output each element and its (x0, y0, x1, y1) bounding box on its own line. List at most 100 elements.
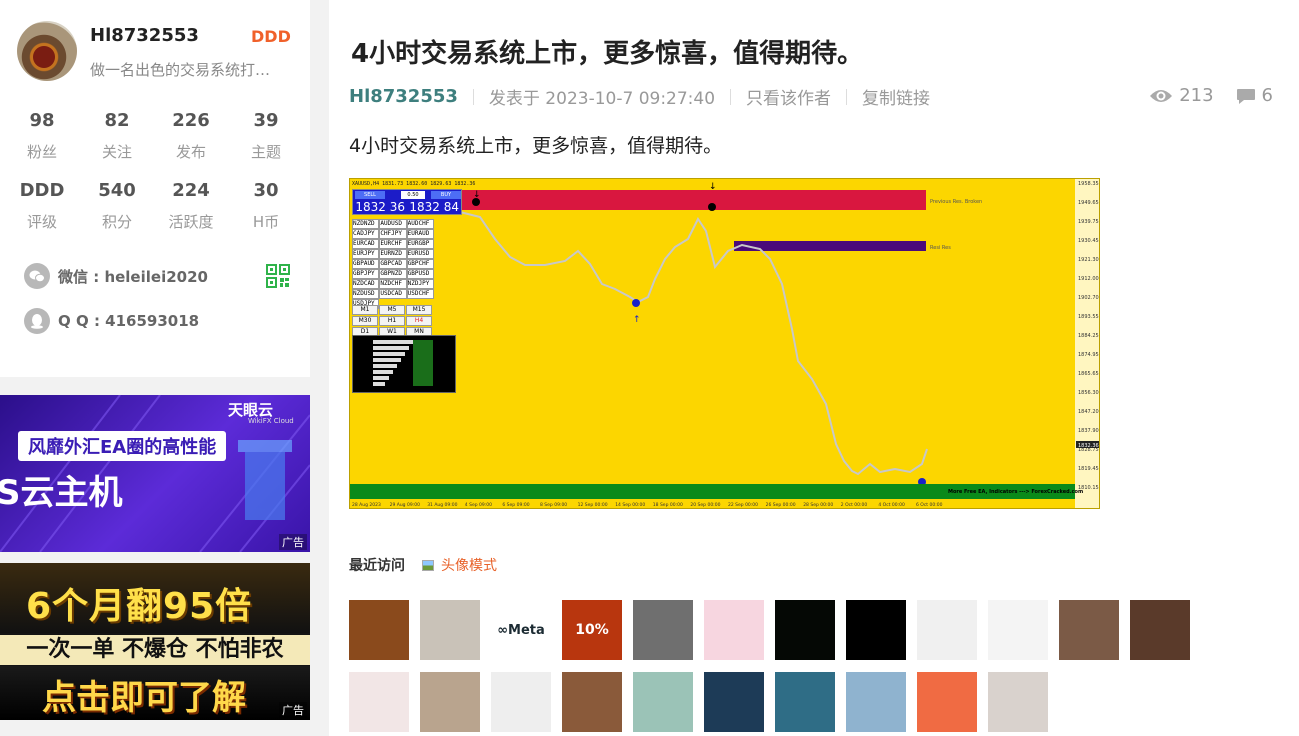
only-author-link[interactable]: 只看该作者 (746, 84, 831, 109)
visitor-avatar[interactable] (1130, 600, 1190, 660)
timeframe-button[interactable]: H1 (379, 316, 405, 326)
down-arrow-icon: ↓ (473, 190, 481, 200)
stat-points: 540 积分 (85, 180, 149, 232)
visitor-avatar[interactable] (917, 600, 977, 660)
currency-pair-cell[interactable]: NZDNZD (352, 219, 380, 229)
red-zone-label: Previous Res. Broken (930, 199, 982, 205)
currency-pair-cell[interactable]: GBPUSD (406, 269, 434, 279)
currency-pair-cell[interactable]: EURNZD (379, 249, 407, 259)
stat-following[interactable]: 82 关注 (85, 110, 149, 162)
buy-button[interactable]: BUY (431, 191, 461, 199)
visitor-avatar[interactable] (846, 672, 906, 732)
ad-headline: 风靡外汇EA圈的高性能 (18, 431, 227, 461)
visitor-avatar[interactable]: ∞Meta (491, 600, 551, 660)
currency-pair-cell[interactable]: CADJPY (352, 229, 380, 239)
visitor-avatar[interactable] (420, 672, 480, 732)
signal-dot (708, 203, 716, 211)
currency-pair-cell[interactable]: EURUSD (406, 249, 434, 259)
visitor-avatar[interactable] (1059, 600, 1119, 660)
currency-pair-cell[interactable]: CHFJPY (379, 229, 407, 239)
visitor-avatar[interactable] (491, 672, 551, 732)
visitor-avatar[interactable] (562, 672, 622, 732)
currency-pair-cell[interactable]: EURAUD (406, 229, 434, 239)
price-tick-label: 1847.20 (1078, 409, 1099, 415)
visitor-avatar[interactable] (988, 672, 1048, 732)
ad-banner-trading[interactable]: 6个月翻95倍 一次一单 不爆仓 不怕非农 点击即可了解 广告 (0, 563, 310, 720)
currency-pair-cell[interactable]: NZDUSD (352, 289, 380, 299)
currency-pair-cell[interactable]: EURCHF (379, 239, 407, 249)
visitor-avatar[interactable] (633, 672, 693, 732)
stat-number: 540 (98, 180, 136, 201)
sell-button[interactable]: SELL (355, 191, 385, 199)
timeframe-button[interactable]: M5 (379, 305, 405, 315)
visitor-avatar[interactable] (1201, 600, 1261, 660)
price-axis-bg (1075, 179, 1099, 508)
currency-pair-cell[interactable]: EURJPY (352, 249, 380, 259)
stat-posts[interactable]: 226 发布 (159, 110, 223, 162)
qq-penguin-icon (24, 308, 50, 334)
visitor-avatar[interactable] (988, 600, 1048, 660)
price-tick-label: 1819.45 (1078, 466, 1099, 472)
visitor-avatar[interactable] (704, 600, 764, 660)
visitor-avatar[interactable] (846, 600, 906, 660)
avatar[interactable] (17, 21, 77, 81)
currency-pair-cell[interactable]: NZDCHF (379, 279, 407, 289)
visitor-avatar[interactable] (917, 672, 977, 732)
visitor-avatar[interactable] (349, 672, 409, 732)
date-tick-label: 6 Oct 00:00 (916, 502, 943, 508)
currency-pair-cell[interactable]: AUDCHF (406, 219, 434, 229)
timeframe-button[interactable]: M15 (406, 305, 432, 315)
profile-username[interactable]: Hl8732553 (90, 25, 199, 46)
sell-price: 1832 36 (355, 200, 405, 214)
currency-pair-cell[interactable]: GBPNZD (379, 269, 407, 279)
currency-pair-cell[interactable]: EURGBP (406, 239, 434, 249)
current-price: 1832.36 (1078, 443, 1099, 449)
currency-pair-cell[interactable]: AUDUSD (379, 219, 407, 229)
visitor-avatar[interactable] (775, 672, 835, 732)
date-tick-label: 4 Oct 00:00 (878, 502, 905, 508)
currency-pair-cell[interactable]: USDCHF (406, 289, 434, 299)
visitor-avatar[interactable] (633, 600, 693, 660)
eye-icon (1150, 89, 1173, 102)
comment-count[interactable]: 6 (1262, 85, 1273, 106)
avatar-mode-toggle[interactable]: 头像模式 (422, 555, 497, 575)
visitor-avatar[interactable] (420, 600, 480, 660)
ad-banner-cloud[interactable]: 天眼云 WikiFX Cloud 风靡外汇EA圈的高性能 S云主机 广告 (0, 395, 310, 552)
wechat-text: 微信 : heleilei2020 (58, 267, 208, 286)
stat-followers[interactable]: 98 粉丝 (10, 110, 74, 162)
post-author-link[interactable]: Hl8732553 (349, 86, 458, 107)
date-tick-label: 20 Sep 00:00 (690, 502, 720, 508)
stat-activity: 224 活跃度 (159, 180, 223, 232)
copy-link-button[interactable]: 复制链接 (862, 84, 930, 109)
price-tick-label: 1837.90 (1078, 428, 1099, 434)
currency-pair-cell[interactable]: USDCAD (379, 289, 407, 299)
wechat-icon (24, 263, 50, 289)
stat-label: 活跃度 (168, 213, 214, 231)
lot-input[interactable]: 0.50 (401, 191, 425, 199)
timeframe-button[interactable]: M30 (352, 316, 378, 326)
visitor-avatar[interactable] (349, 600, 409, 660)
currency-pair-cell[interactable]: GBPCAD (379, 259, 407, 269)
date-tick-label: 4 Sep 09:00 (465, 502, 492, 508)
purple-zone-label: Resi Res (930, 245, 951, 251)
stat-topics[interactable]: 39 主题 (234, 110, 298, 162)
currency-pair-cell[interactable]: EURCAD (352, 239, 380, 249)
wechat-contact: 微信 : heleilei2020 (24, 263, 208, 289)
visitor-avatar[interactable] (775, 600, 835, 660)
recent-title: 最近访问 (349, 558, 405, 574)
avatar-mode-label: 头像模式 (441, 558, 497, 574)
visitor-avatar[interactable] (704, 672, 764, 732)
currency-pair-cell[interactable]: NZDJPY (406, 279, 434, 289)
timeframe-button[interactable]: H4 (406, 316, 432, 326)
currency-pair-cell[interactable]: GBPCHF (406, 259, 434, 269)
visitor-avatar[interactable]: 10% (562, 600, 622, 660)
timeframe-button[interactable]: M1 (352, 305, 378, 315)
ad-subheadline: 一次一单 不爆仓 不怕非农 (0, 635, 310, 665)
stat-label: 发布 (175, 143, 206, 161)
currency-pair-cell[interactable]: GBPJPY (352, 269, 380, 279)
date-tick-label: 26 Sep 00:00 (766, 502, 796, 508)
qr-code-icon[interactable] (266, 264, 290, 288)
trading-chart-image[interactable]: XAUUSD,H4 1831.73 1832.60 1829.63 1832.3… (349, 178, 1100, 509)
currency-pair-cell[interactable]: NZDCAD (352, 279, 380, 289)
currency-pair-cell[interactable]: GBPAUD (352, 259, 380, 269)
